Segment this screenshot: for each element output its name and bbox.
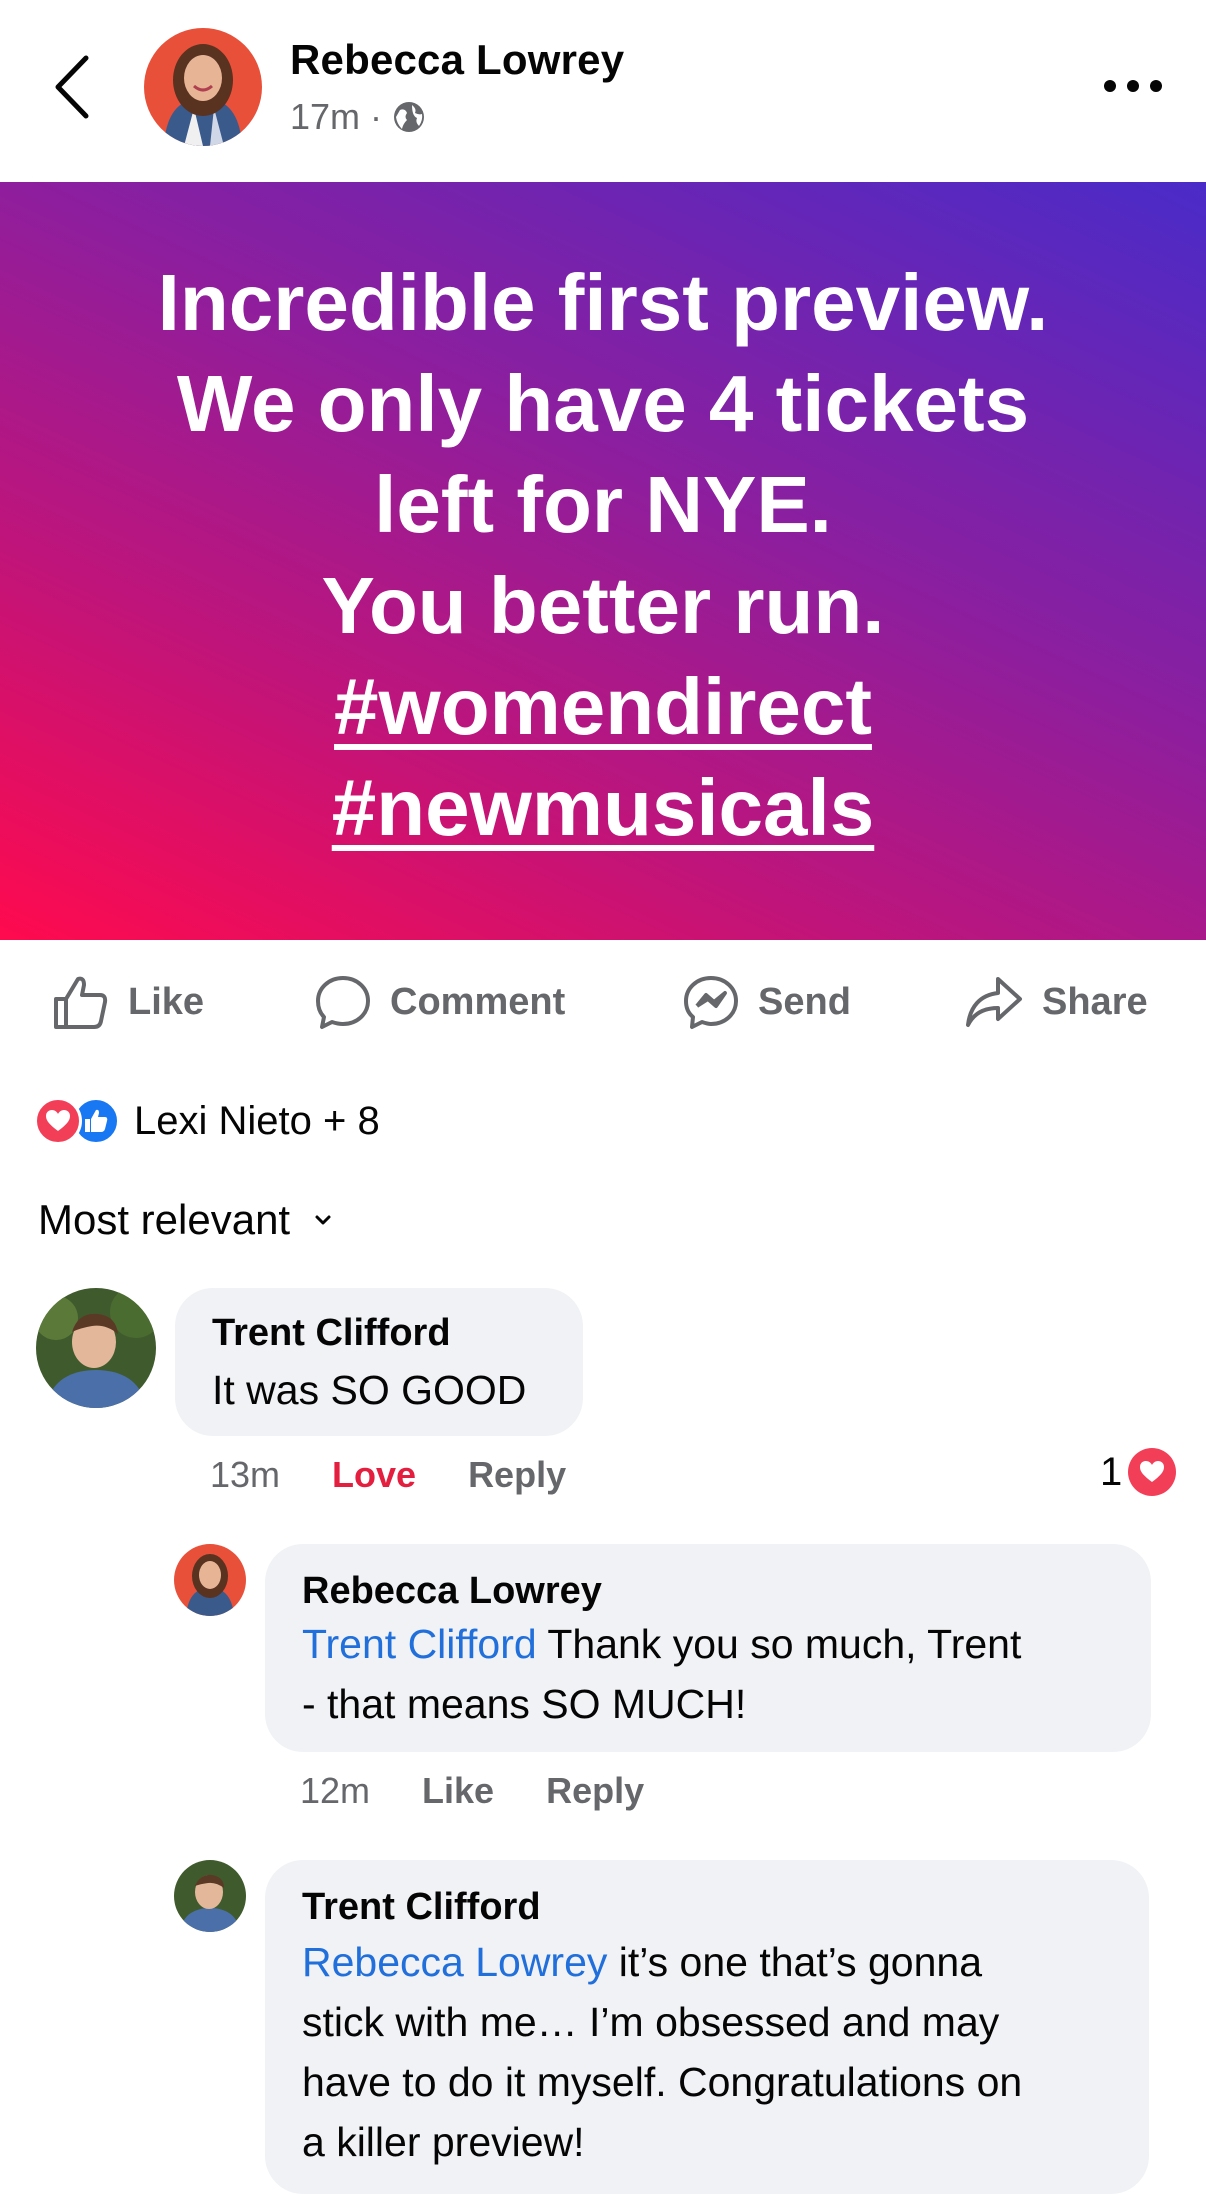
mention-link[interactable]: Rebecca Lowrey bbox=[302, 1939, 607, 1985]
sort-label: Most relevant bbox=[38, 1196, 291, 1243]
comment-time[interactable]: 12m bbox=[300, 1770, 370, 1812]
love-reaction-icon bbox=[1128, 1448, 1177, 1496]
mention-link[interactable]: Trent Clifford bbox=[302, 1621, 537, 1667]
dot bbox=[1150, 80, 1162, 92]
hashtag-link[interactable]: #womendirect bbox=[334, 662, 872, 751]
send-label: Send bbox=[758, 980, 851, 1023]
comment-text: have to do it myself. Congratulations on bbox=[302, 2059, 1023, 2105]
like-comment-button[interactable]: Like bbox=[422, 1770, 494, 1812]
comment-reaction-count[interactable]: 1 bbox=[1100, 1448, 1177, 1496]
comment-text-part: it’s one that’s gonna bbox=[607, 1939, 982, 1985]
comment-text: It was SO GOOD bbox=[212, 1367, 527, 1413]
post-header: Rebecca Lowrey 17m · bbox=[0, 0, 1206, 182]
post-line: You better run. bbox=[321, 561, 885, 650]
post-meta: 17m · bbox=[290, 96, 426, 138]
reply-button[interactable]: Reply bbox=[468, 1454, 566, 1496]
comment-text: a killer preview! bbox=[302, 2119, 585, 2165]
share-button[interactable]: Share bbox=[964, 976, 1148, 1028]
reaction-count: 1 bbox=[1100, 1449, 1123, 1494]
dot bbox=[1127, 80, 1139, 92]
comment-text: - that means SO MUCH! bbox=[302, 1681, 747, 1727]
post-text: Incredible first preview. We only have 4… bbox=[53, 252, 1153, 858]
thumbs-up-icon bbox=[54, 976, 108, 1029]
post-line: left for NYE. bbox=[374, 460, 832, 549]
comment-text: stick with me… I’m obsessed and may bbox=[302, 1999, 1000, 2045]
comment-text: Rebecca Lowrey it’s one that’s gonna bbox=[302, 1932, 982, 1992]
comment-button[interactable]: Comment bbox=[314, 976, 566, 1029]
author-name[interactable]: Rebecca Lowrey bbox=[290, 36, 624, 84]
chevron-down-icon bbox=[315, 1215, 331, 1225]
like-button[interactable]: Like bbox=[52, 976, 205, 1029]
reactors-names: Lexi Nieto + 8 bbox=[134, 1098, 380, 1143]
post-line: Incredible first preview. bbox=[157, 258, 1049, 347]
comment-meta: 13m Love Reply bbox=[210, 1454, 566, 1496]
send-button[interactable]: Send bbox=[682, 976, 851, 1029]
more-options-button[interactable] bbox=[1104, 74, 1162, 98]
comment-text-part: Thank you so much, Trent bbox=[536, 1621, 1022, 1667]
reply-button[interactable]: Reply bbox=[546, 1770, 644, 1812]
messenger-icon bbox=[684, 976, 738, 1029]
comment-time[interactable]: 13m bbox=[210, 1454, 280, 1496]
chevron-left-icon bbox=[55, 55, 89, 119]
meta-separator: · bbox=[370, 96, 383, 137]
comment-text: Trent Clifford Thank you so much, Trent bbox=[302, 1614, 1021, 1674]
comment-author[interactable]: Trent Clifford bbox=[302, 1886, 541, 1929]
reaction-summary[interactable]: Lexi Nieto + 8 bbox=[34, 1094, 380, 1148]
comment-author[interactable]: Trent Clifford bbox=[212, 1312, 451, 1355]
avatar[interactable] bbox=[36, 1288, 156, 1408]
more-horizontal-icon bbox=[1104, 80, 1116, 92]
avatar[interactable] bbox=[174, 1860, 246, 1932]
love-reaction-icon bbox=[34, 1097, 82, 1145]
globe-icon bbox=[394, 102, 425, 132]
comment-meta: 12m Like Reply bbox=[300, 1770, 644, 1812]
share-arrow-icon bbox=[966, 977, 1022, 1027]
hashtag-link[interactable]: #newmusicals bbox=[332, 763, 875, 852]
share-label: Share bbox=[1042, 980, 1148, 1023]
comment-label: Comment bbox=[390, 980, 566, 1023]
comment-icon bbox=[316, 976, 370, 1029]
love-reaction-button[interactable]: Love bbox=[332, 1454, 416, 1496]
back-button[interactable] bbox=[48, 52, 98, 122]
post-line: We only have 4 tickets bbox=[176, 359, 1030, 448]
post-banner[interactable]: Incredible first preview. We only have 4… bbox=[0, 182, 1206, 940]
author-avatar[interactable] bbox=[144, 28, 262, 146]
comment-sort-dropdown[interactable]: Most relevant bbox=[38, 1196, 332, 1244]
like-label: Like bbox=[128, 980, 205, 1023]
avatar[interactable] bbox=[174, 1544, 246, 1616]
post-time[interactable]: 17m bbox=[290, 96, 360, 138]
comment-author[interactable]: Rebecca Lowrey bbox=[302, 1570, 602, 1613]
